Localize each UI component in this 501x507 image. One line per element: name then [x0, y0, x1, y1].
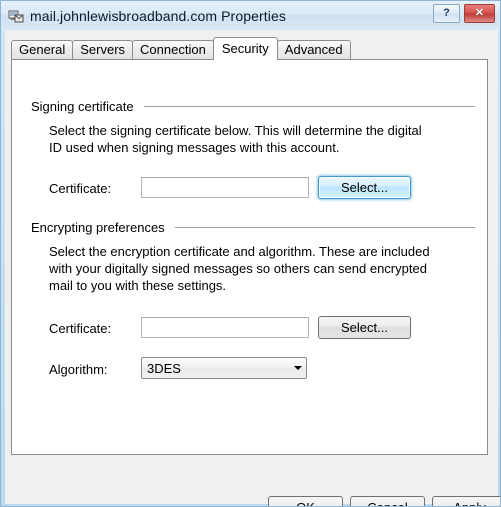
encrypting-description-line-2: with your digitally signed messages so o…	[49, 261, 427, 276]
encrypting-certificate-label: Certificate:	[49, 321, 112, 336]
encrypting-certificate-input[interactable]	[141, 317, 309, 338]
tab-general[interactable]: General	[11, 40, 74, 59]
window-controls: ? ✕	[433, 4, 495, 23]
window-title: mail.johnlewisbroadband.com Properties	[30, 7, 286, 24]
apply-button[interactable]: Apply	[432, 496, 500, 506]
encrypting-preferences-group-title: Encrypting preferences	[31, 220, 165, 235]
signing-certificate-label: Certificate:	[49, 181, 112, 196]
signing-certificate-group-title: Signing certificate	[31, 99, 134, 114]
close-button[interactable]: ✕	[464, 4, 495, 23]
properties-dialog-window: mail.johnlewisbroadband.com Properties ?…	[0, 0, 501, 507]
signing-certificate-input[interactable]	[141, 177, 309, 198]
algorithm-selected-value: 3DES	[147, 360, 181, 376]
ok-button[interactable]: OK	[268, 496, 343, 506]
encrypting-description-line-1: Select the encryption certificate and al…	[49, 244, 430, 259]
title-bar[interactable]: mail.johnlewisbroadband.com Properties ?…	[1, 1, 500, 30]
encrypting-description-line-3: mail to you with these settings.	[49, 278, 227, 293]
signing-description-line-2: ID used when signing messages with this …	[49, 140, 340, 155]
algorithm-label: Algorithm:	[49, 362, 108, 377]
encrypting-preferences-description: Select the encryption certificate and al…	[49, 243, 449, 294]
dialog-client-area: General Servers Connection Security Adva…	[5, 30, 500, 506]
signing-description-line-1: Select the signing certificate below. Th…	[49, 123, 422, 138]
algorithm-dropdown[interactable]: 3DES	[141, 357, 307, 379]
group-separator-line	[143, 106, 475, 107]
signing-certificate-select-button[interactable]: Select...	[318, 176, 411, 199]
encrypting-certificate-select-button[interactable]: Select...	[318, 316, 411, 339]
signing-certificate-group-header: Signing certificate	[31, 99, 475, 114]
encrypting-preferences-group-header: Encrypting preferences	[31, 220, 475, 235]
tab-advanced[interactable]: Advanced	[276, 40, 351, 59]
tab-connection[interactable]: Connection	[132, 40, 214, 59]
help-button[interactable]: ?	[433, 4, 460, 23]
tab-servers[interactable]: Servers	[72, 40, 134, 59]
signing-certificate-description: Select the signing certificate below. Th…	[49, 122, 449, 156]
cancel-button[interactable]: Cancel	[350, 496, 425, 506]
chevron-down-icon[interactable]	[289, 358, 306, 378]
group-separator-line	[174, 227, 475, 228]
mail-server-icon	[8, 8, 24, 24]
tab-strip: General Servers Connection Security Adva…	[11, 37, 351, 60]
security-tab-panel: Signing certificate Select the signing c…	[11, 59, 488, 455]
tab-security[interactable]: Security	[212, 37, 278, 60]
